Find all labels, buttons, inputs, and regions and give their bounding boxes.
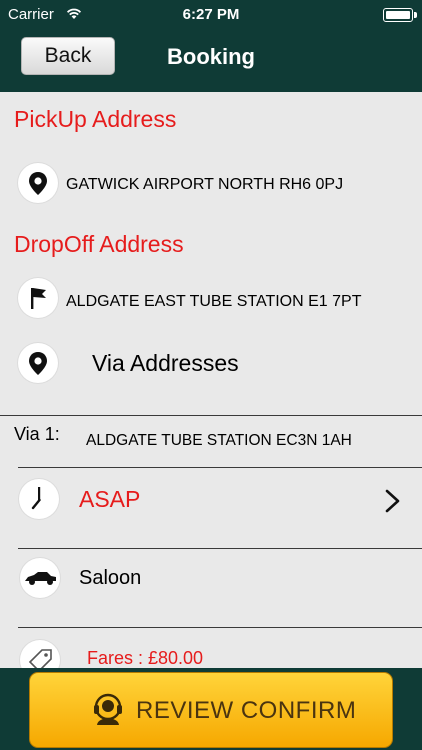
time-row[interactable]: ASAP <box>0 468 422 548</box>
via-item-address[interactable]: ALDGATE TUBE STATION EC3N 1AH <box>86 432 352 450</box>
clock-label: 6:27 PM <box>182 6 240 23</box>
flag-icon <box>18 278 58 318</box>
pickup-address[interactable]: GATWICK AIRPORT NORTH RH6 0PJ <box>66 176 343 194</box>
pickup-location-icon <box>18 163 58 203</box>
pickup-time-value: ASAP <box>79 486 141 512</box>
status-bar: Carrier 6:27 PM <box>0 0 422 30</box>
booking-form: PickUp Address GATWICK AIRPORT NORTH RH6… <box>0 92 422 672</box>
page-title: Booking <box>167 44 255 69</box>
car-icon <box>20 558 60 598</box>
via-item-label: Via 1: <box>14 424 60 444</box>
divider <box>0 415 422 416</box>
dropoff-section-title: DropOff Address <box>14 231 184 257</box>
clock-icon <box>19 479 59 519</box>
via-addresses-button[interactable]: Via Addresses <box>92 350 239 377</box>
dropoff-address[interactable]: ALDGATE EAST TUBE STATION E1 7PT <box>66 293 361 311</box>
chevron-right-icon <box>385 489 400 513</box>
header-bar: Carrier 6:27 PM Back Booking <box>0 0 422 92</box>
battery-icon <box>383 8 417 22</box>
review-confirm-label: REVIEW CONFIRM <box>136 697 357 724</box>
via-location-icon <box>18 343 58 383</box>
headset-support-icon <box>94 693 122 725</box>
pickup-section-title: PickUp Address <box>14 106 177 132</box>
divider <box>18 627 422 628</box>
vehicle-row[interactable]: Saloon <box>0 549 422 627</box>
vehicle-type-value: Saloon <box>79 567 142 589</box>
review-confirm-button[interactable]: REVIEW CONFIRM <box>29 672 393 748</box>
fares-text: Fares : £80.00 <box>87 648 204 668</box>
